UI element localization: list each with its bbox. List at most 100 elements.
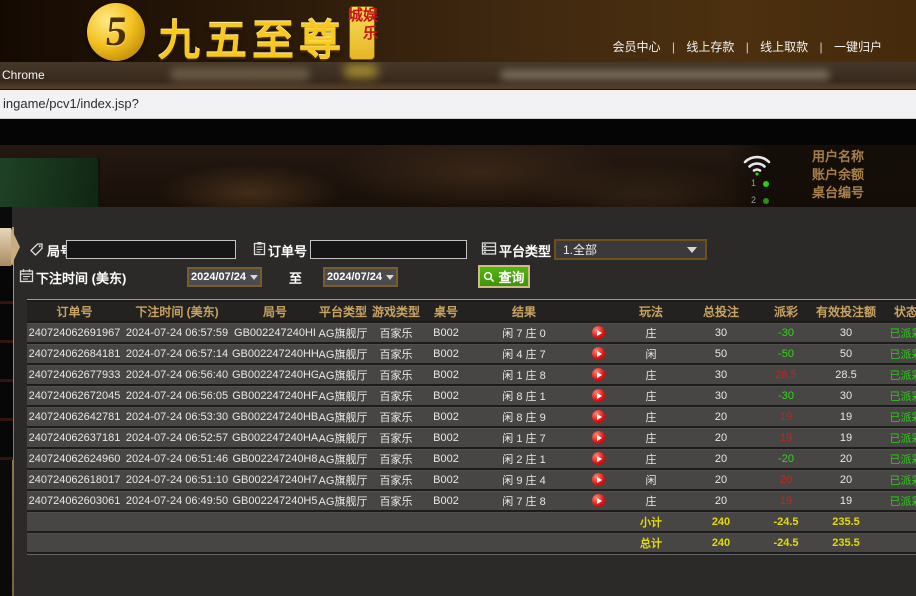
url-text: ingame/pcv1/index.jsp? (3, 90, 139, 118)
empty-cell (876, 512, 916, 531)
payout: -30 (756, 323, 816, 342)
nav-member-center[interactable]: 会员中心 (613, 40, 661, 54)
date-from-value: 2024/07/24 (191, 271, 246, 283)
play-type: 庄 (616, 323, 686, 342)
total-bet: 20 (686, 428, 756, 447)
game-type: 百家乐 (368, 470, 424, 489)
valid-bet: 19 (816, 428, 876, 447)
status-marker: 1 (751, 178, 756, 188)
sidebar-menu-item[interactable] (0, 382, 13, 418)
round-no: GB002247240HI (232, 323, 318, 342)
bet-time: 2024-07-24 06:53:30 (122, 407, 232, 426)
table-row: 2407240626030612024-07-24 06:49:50GB0022… (27, 491, 916, 510)
nav-separator: | (820, 40, 823, 54)
nav-one-key-transfer[interactable]: 一键归户 (834, 40, 882, 54)
play-type: 庄 (616, 491, 686, 510)
status: 已派彩 (876, 428, 916, 447)
play-button[interactable] (592, 389, 605, 402)
status: 已派彩 (876, 386, 916, 405)
valid-bet: 30 (816, 323, 876, 342)
play-button[interactable] (592, 410, 605, 423)
url-bar[interactable]: ingame/pcv1/index.jsp? (0, 90, 916, 119)
game-type: 百家乐 (368, 449, 424, 468)
table-no: B002 (424, 323, 468, 342)
game-type: 百家乐 (368, 365, 424, 384)
order-no: 240724062624960 (27, 449, 122, 468)
payout: 19 (756, 407, 816, 426)
nav-online-deposit[interactable]: 线上存款 (686, 40, 734, 54)
table-no: B002 (424, 407, 468, 426)
nav-online-withdraw[interactable]: 线上取款 (760, 40, 808, 54)
order-no: 240724062677933 (27, 365, 122, 384)
play-cell (580, 323, 616, 342)
play-button[interactable] (592, 494, 605, 507)
clipboard-icon (252, 241, 267, 256)
order-no: 240724062637181 (27, 428, 122, 447)
wifi-icon (742, 150, 772, 176)
total-bet: 20 (686, 491, 756, 510)
chevron-down-icon (687, 247, 697, 253)
table-row: 2407240626841812024-07-24 06:57:14GB0022… (27, 344, 916, 363)
game-type: 百家乐 (368, 428, 424, 447)
info-balance-label: 账户余额 (812, 166, 916, 184)
play-button[interactable] (592, 368, 605, 381)
valid-bet: 50 (816, 344, 876, 363)
main-panel: 局号 订单号 平台类型 1.全部 (0, 207, 916, 596)
column-header: 结果 (468, 302, 580, 321)
play-button[interactable] (592, 473, 605, 486)
platform-type-select[interactable]: 1.全部 (554, 239, 707, 260)
play-cell (580, 386, 616, 405)
table-no: B002 (424, 386, 468, 405)
info-table-label: 桌台编号 (812, 184, 916, 202)
platform: AG旗舰厅 (318, 344, 368, 363)
platform: AG旗舰厅 (318, 470, 368, 489)
status: 已派彩 (876, 323, 916, 342)
sidebar-menu-item[interactable] (0, 304, 13, 340)
sidebar-menu-item[interactable] (0, 421, 13, 457)
sidebar-menu-item[interactable] (0, 343, 13, 379)
play-type: 闲 (616, 344, 686, 363)
result: 闲 8 庄 9 (468, 407, 580, 426)
platform: AG旗舰厅 (318, 428, 368, 447)
date-from-select[interactable]: 2024/07/24 (187, 267, 262, 287)
table-row: 2407240626779332024-07-24 06:56:40GB0022… (27, 365, 916, 384)
game-type: 百家乐 (368, 323, 424, 342)
round-no-input[interactable] (66, 240, 236, 259)
window-title-bar[interactable]: Chrome (0, 62, 916, 90)
bet-time: 2024-07-24 06:57:59 (122, 323, 232, 342)
table-no: B002 (424, 491, 468, 510)
bet-time: 2024-07-24 06:57:14 (122, 344, 232, 363)
sidebar-active-tab[interactable] (0, 228, 11, 266)
play-button[interactable] (592, 452, 605, 465)
casino-table-image (0, 158, 100, 207)
sidebar-menu-item[interactable] (0, 265, 13, 301)
order-no-label: 订单号 (268, 241, 307, 260)
play-button[interactable] (592, 347, 605, 360)
table-row: 2407240626720452024-07-24 06:56:05GB0022… (27, 386, 916, 405)
search-button[interactable]: 查询 (478, 265, 530, 288)
table-row: 2407240626371812024-07-24 06:52:57GB0022… (27, 428, 916, 447)
order-no: 240724062684181 (27, 344, 122, 363)
play-cell (580, 344, 616, 363)
bet-time: 2024-07-24 06:51:10 (122, 470, 232, 489)
total-bet: 30 (686, 323, 756, 342)
date-to-select[interactable]: 2024/07/24 (323, 267, 398, 287)
blurred-content (500, 70, 830, 80)
total-row: 总计 240 -24.5 235.5 (27, 533, 916, 552)
column-header: 局号 (232, 302, 318, 321)
online-dot (763, 198, 769, 204)
nav-separator: | (746, 40, 749, 54)
status-marker: 2 (751, 195, 756, 205)
order-no-input[interactable] (310, 240, 467, 259)
date-to-value: 2024/07/24 (327, 271, 382, 283)
order-no: 240724062642781 (27, 407, 122, 426)
valid-bet: 20 (816, 449, 876, 468)
chevron-down-icon (250, 275, 258, 280)
site-badge: 娱乐城 (349, 6, 375, 60)
bet-time: 2024-07-24 06:49:50 (122, 491, 232, 510)
sidebar-tab-arrow (11, 228, 20, 266)
play-button[interactable] (592, 431, 605, 444)
to-label: 至 (289, 268, 302, 287)
play-button[interactable] (592, 326, 605, 339)
game-type: 百家乐 (368, 407, 424, 426)
